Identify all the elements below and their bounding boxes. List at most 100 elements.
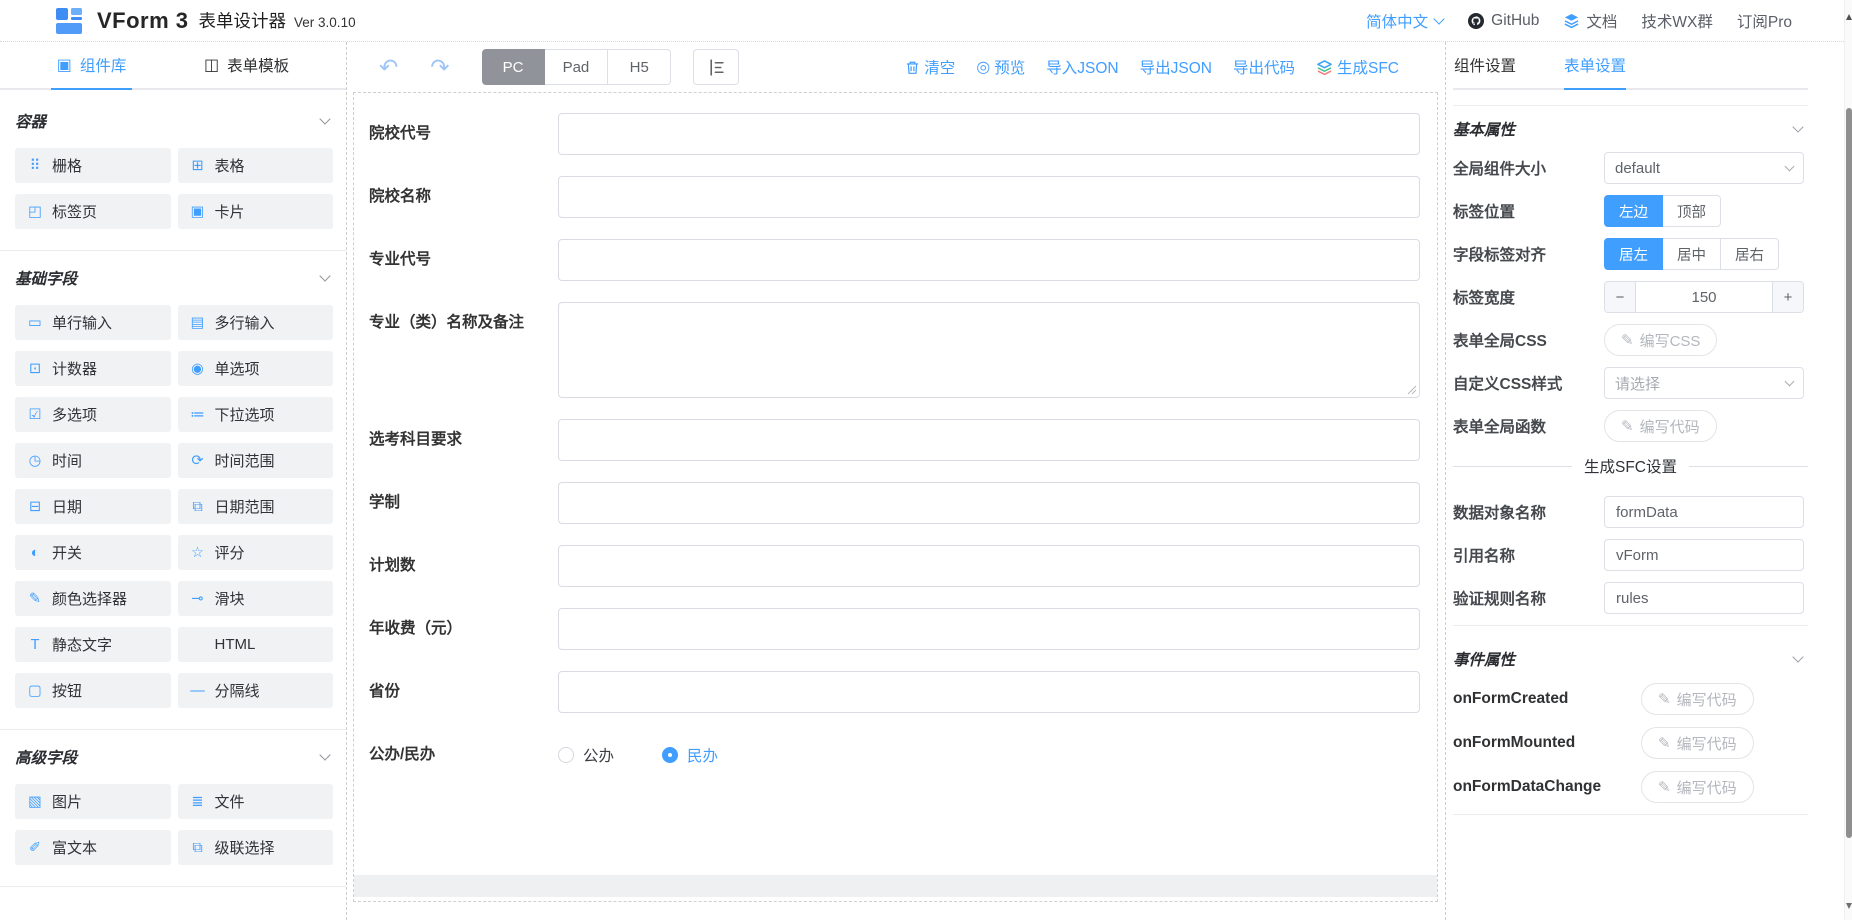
widget-item[interactable]: ✎颜色选择器 [15,581,171,616]
undo-icon[interactable]: ↶ [379,56,398,79]
edit-icon: ✎ [1658,734,1671,752]
select-input[interactable]: default [1604,152,1804,184]
basic-props-header[interactable]: 基本属性 [1453,106,1808,152]
scrollbar-thumb[interactable] [1846,108,1852,838]
edit-code-button[interactable]: ✎编写代码 [1641,727,1754,759]
form-field-row: 选考科目要求 [369,419,1420,461]
widget-item[interactable]: ≔下拉选项 [178,397,334,432]
template-icon: ◫ [204,55,219,75]
edit-code-button[interactable]: ✎编写代码 [1604,410,1717,442]
widget-section: 容器 ⠿栅格⊞表格◰标签页▣卡片 [0,94,346,251]
sidebar-tab-templates[interactable]: ◫表单模板 [204,42,289,88]
widget-item[interactable]: T静态文字 [15,627,171,662]
toolbar-action-1[interactable]: ◎预览 [976,56,1025,78]
stepper-minus-button[interactable]: − [1605,282,1636,312]
widget-item[interactable]: ⧉日期范围 [178,489,334,524]
text-input[interactable] [558,608,1420,650]
form-canvas[interactable]: 院校代号院校名称专业代号专业（类）名称及备注选考科目要求学制计划数年收费（元）省… [353,92,1438,902]
widget-section-header[interactable]: 基础字段 [15,261,333,295]
edit-code-button[interactable]: ✎编写代码 [1641,683,1754,715]
docs-link[interactable]: 文档 [1563,10,1617,32]
text-input[interactable] [558,113,1420,155]
textarea-input[interactable] [558,302,1420,398]
segment-option[interactable]: 左边 [1604,195,1663,227]
toolbar-action-5[interactable]: 生成SFC [1316,56,1399,78]
toolbar-action-0[interactable]: 清空 [905,56,955,78]
segment-option[interactable]: 居右 [1721,238,1779,270]
segment-option[interactable]: 居左 [1604,238,1663,270]
widget-item[interactable]: ◉单选项 [178,351,334,386]
text-input[interactable] [558,545,1420,587]
widget-item[interactable]: ▤多行输入 [178,305,334,340]
slider-icon: ⊸ [188,591,208,607]
settings-row-control: rules [1604,582,1804,614]
widget-item[interactable]: ⊡计数器 [15,351,171,386]
device-mode-pc[interactable]: PC [482,49,545,85]
github-link[interactable]: GitHub [1467,12,1539,30]
widget-item[interactable]: ☑多选项 [15,397,171,432]
toolbar-action-2[interactable]: 导入JSON [1046,56,1118,78]
device-mode-h5[interactable]: H5 [608,49,671,85]
rate-icon: ☆ [188,545,208,561]
text-input[interactable] [558,176,1420,218]
edit-code-button[interactable]: ✎编写代码 [1641,771,1754,803]
widget-item[interactable]: ▭单行输入 [15,305,171,340]
text-input[interactable] [558,239,1420,281]
widget-item[interactable]: ⧉级联选择 [178,830,334,865]
widget-item[interactable]: ⟳时间范围 [178,443,334,478]
text-input[interactable] [558,419,1420,461]
settings-tab-widget[interactable]: 组件设置 [1454,42,1516,88]
app-header: VForm 3 表单设计器 Ver 3.0.10 简体中文 GitHub [0,0,1852,42]
widget-item[interactable]: ▣卡片 [178,194,334,229]
stepper-value[interactable]: 150 [1636,282,1772,312]
toolbar-action-3[interactable]: 导出JSON [1140,56,1212,78]
page-scrollbar[interactable] [1844,0,1852,920]
widget-item[interactable]: HTML [178,627,334,662]
text-input[interactable]: vForm [1604,539,1804,571]
widget-item[interactable]: ⊞表格 [178,148,334,183]
widget-section-header[interactable]: 高级字段 [15,740,333,774]
toolbar-action-4[interactable]: 导出代码 [1233,56,1295,78]
widget-item[interactable]: ▢按钮 [15,673,171,708]
widget-item[interactable]: ☆评分 [178,535,334,570]
widget-item[interactable]: ◷时间 [15,443,171,478]
time-range-icon: ⟳ [188,453,208,469]
subscribe-pro-link[interactable]: 订阅Pro [1737,10,1792,32]
static-text-icon: T [25,637,45,653]
widget-item[interactable]: ◰标签页 [15,194,171,229]
widget-item[interactable]: ≣文件 [178,784,334,819]
trash-icon [905,60,920,75]
text-input[interactable] [558,671,1420,713]
event-props-header[interactable]: 事件属性 [1453,636,1808,682]
sidebar-tab-widgets[interactable]: ▣组件库 [57,42,127,88]
widget-item[interactable]: ⊸滑块 [178,581,334,616]
node-tree-button[interactable] [693,49,739,85]
segment-option[interactable]: 居中 [1663,238,1721,270]
widget-item[interactable]: —分隔线 [178,673,334,708]
settings-tab-form[interactable]: 表单设置 [1564,42,1626,88]
edit-code-button[interactable]: ✎编写CSS [1604,324,1717,356]
radio-option[interactable]: 民办 [662,744,718,766]
device-mode-pad[interactable]: Pad [545,49,609,85]
text-input[interactable]: formData [1604,496,1804,528]
settings-row-label: 字段标签对齐 [1453,243,1604,265]
scrollbar-up-arrow-icon[interactable] [1846,14,1852,20]
widget-item[interactable]: ▧图片 [15,784,171,819]
text-input[interactable] [558,482,1420,524]
widget-item[interactable]: ◐开关 [15,535,171,570]
widget-item-label: 开关 [52,542,82,563]
widget-section-header[interactable]: 容器 [15,104,333,138]
scrollbar-down-arrow-icon[interactable] [1846,903,1852,909]
language-selector[interactable]: 简体中文 [1366,10,1443,32]
widget-item[interactable]: ⊟日期 [15,489,171,524]
radio-option[interactable]: 公办 [558,744,614,766]
select-input[interactable]: 请选择 [1604,367,1804,399]
segment-option[interactable]: 顶部 [1663,195,1721,227]
redo-icon[interactable]: ↷ [430,56,449,79]
wx-group-link[interactable]: 技术WX群 [1641,10,1712,32]
edit-code-button-label: 编写CSS [1640,330,1701,351]
widget-item[interactable]: ✐富文本 [15,830,171,865]
widget-item[interactable]: ⠿栅格 [15,148,171,183]
stepper-plus-button[interactable]: + [1772,282,1803,312]
text-input[interactable]: rules [1604,582,1804,614]
